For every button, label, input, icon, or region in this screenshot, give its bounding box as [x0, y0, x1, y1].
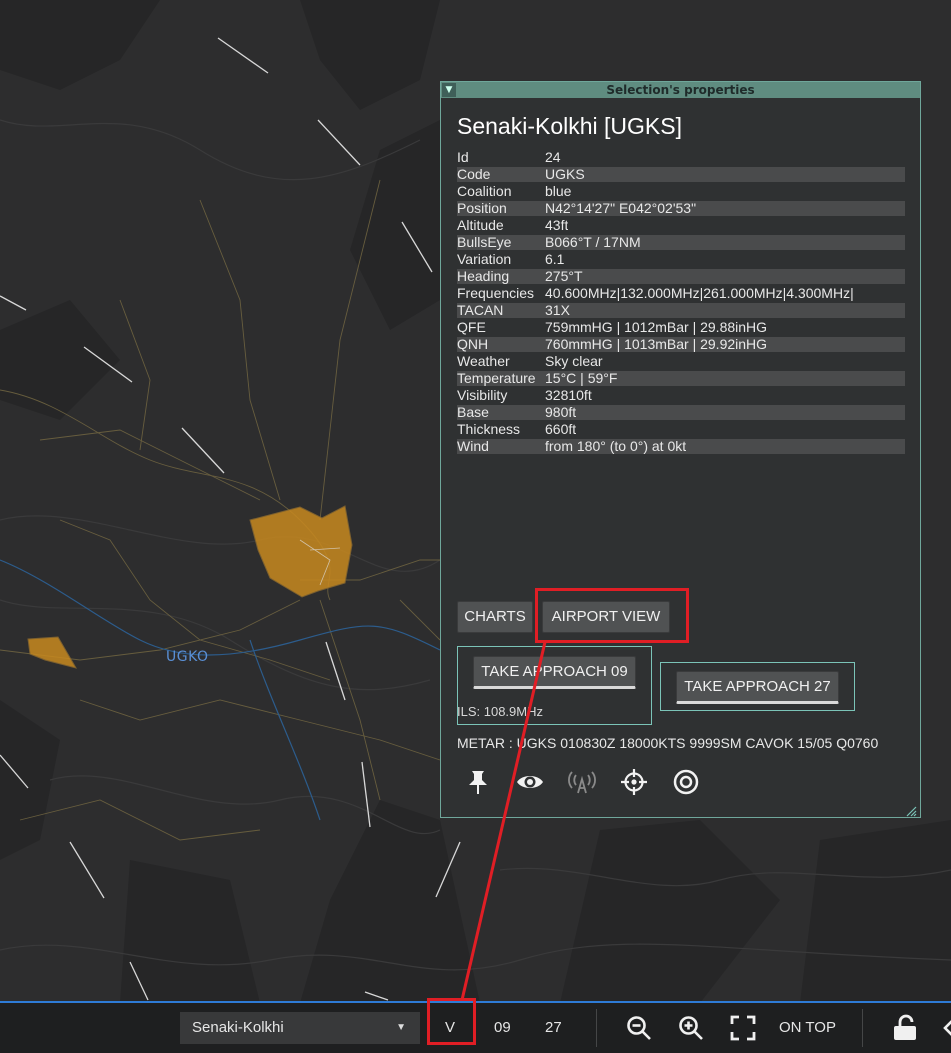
- zoom-in-icon[interactable]: [677, 1014, 705, 1042]
- on-top-button[interactable]: ON TOP: [779, 1003, 836, 1053]
- property-row: QFE 759mmHG | 1012mBar | 29.88inHG: [457, 320, 905, 335]
- fullscreen-icon[interactable]: [729, 1014, 757, 1042]
- property-value: 980ft: [545, 405, 577, 420]
- pin-icon[interactable]: [463, 767, 493, 797]
- properties-table: Id 24 Code UGKS Coalition blue Position N42°…: [457, 150, 905, 456]
- property-key: Frequencies: [457, 285, 535, 301]
- zoom-out-icon[interactable]: [625, 1014, 653, 1042]
- crosshair-icon[interactable]: [619, 767, 649, 797]
- property-row: Wind from 180° (to 0°) at 0kt: [457, 439, 905, 454]
- bottom-toolbar: Senaki-Kolkhi ▼ V 09 27 ON TOP: [0, 1001, 951, 1053]
- property-key: BullsEye: [457, 234, 512, 250]
- property-row: Visibility 32810ft: [457, 388, 905, 403]
- property-value: from 180° (to 0°) at 0kt: [545, 439, 687, 454]
- runway-27-button[interactable]: 27: [545, 1003, 562, 1053]
- property-value: 43ft: [545, 218, 569, 233]
- property-key: Heading: [457, 268, 510, 284]
- property-value: 760mmHG | 1013mBar | 29.92inHG: [545, 337, 768, 352]
- collapse-icon[interactable]: ▼: [442, 83, 456, 97]
- metar-text: METAR : UGKS 010830Z 18000KTS 9999SM CAV…: [457, 735, 879, 751]
- property-key: TACAN: [457, 302, 504, 318]
- charts-button[interactable]: CHARTS: [457, 601, 533, 633]
- property-value: 275°T: [545, 269, 583, 284]
- resize-handle-icon[interactable]: [905, 802, 917, 817]
- property-value: N42°14'27" E042°02'53": [545, 201, 697, 216]
- airport-view-toggle[interactable]: V: [445, 1003, 455, 1053]
- property-value: 6.1: [545, 252, 565, 267]
- property-key: Altitude: [457, 217, 504, 233]
- property-value: UGKS: [545, 167, 585, 182]
- property-row: Frequencies 40.600MHz|132.000MHz|261.000M…: [457, 286, 905, 301]
- property-value: blue: [545, 184, 572, 199]
- lock-icon[interactable]: [892, 1014, 920, 1042]
- property-key: Thickness: [457, 421, 521, 437]
- property-row: Code UGKS: [457, 167, 905, 182]
- property-value: 40.600MHz|132.000MHz|261.000MHz|4.300MHz…: [545, 286, 854, 301]
- property-value: 660ft: [545, 422, 577, 437]
- property-key: Weather: [457, 353, 510, 369]
- property-value: Sky clear: [545, 354, 603, 369]
- arrow-icon[interactable]: [941, 1014, 951, 1042]
- airport-view-button[interactable]: AIRPORT VIEW: [542, 601, 670, 633]
- ils-frequency: ILS: 108.9MHz: [457, 704, 543, 719]
- toolbar-divider: [862, 1009, 863, 1047]
- take-approach-27-button[interactable]: TAKE APPROACH 27: [676, 671, 839, 704]
- target-icon[interactable]: [671, 767, 701, 797]
- property-key: QNH: [457, 336, 489, 352]
- property-row: Id 24: [457, 150, 905, 165]
- take-approach-09-button[interactable]: TAKE APPROACH 09: [473, 656, 636, 689]
- property-value: 15°C | 59°F: [545, 371, 618, 386]
- selection-properties-panel: ▼ Selection's properties Senaki-Kolkhi […: [440, 81, 921, 818]
- panel-titlebar[interactable]: ▼ Selection's properties: [441, 82, 920, 98]
- property-key: Variation: [457, 251, 512, 267]
- property-row: Variation 6.1: [457, 252, 905, 267]
- property-key: Base: [457, 404, 489, 420]
- property-row: QNH 760mmHG | 1013mBar | 29.92inHG: [457, 337, 905, 352]
- airfield-select-value: Senaki-Kolkhi: [192, 1019, 284, 1036]
- radio-tower-icon[interactable]: [567, 767, 597, 797]
- map-airfield-label[interactable]: UGKO: [166, 649, 209, 665]
- property-row: Thickness 660ft: [457, 422, 905, 437]
- airfield-select[interactable]: Senaki-Kolkhi ▼: [180, 1012, 420, 1044]
- property-value: 32810ft: [545, 388, 592, 403]
- runway-09-button[interactable]: 09: [494, 1003, 511, 1053]
- toolbar-divider: [596, 1009, 597, 1047]
- property-row: Temperature 15°C | 59°F: [457, 371, 905, 386]
- property-value: 759mmHG | 1012mBar | 29.88inHG: [545, 320, 768, 335]
- property-row: Weather Sky clear: [457, 354, 905, 369]
- property-value: 31X: [545, 303, 570, 318]
- property-value: B066°T / 17NM: [545, 235, 641, 250]
- property-key: Position: [457, 200, 507, 216]
- airfield-name: Senaki-Kolkhi [UGKS]: [457, 113, 682, 139]
- property-row: Heading 275°T: [457, 269, 905, 284]
- property-row: BullsEye B066°T / 17NM: [457, 235, 905, 250]
- eye-icon[interactable]: [515, 767, 545, 797]
- property-row: Base 980ft: [457, 405, 905, 420]
- property-row: Altitude 43ft: [457, 218, 905, 233]
- property-key: Code: [457, 166, 491, 182]
- property-value: 24: [545, 150, 561, 165]
- property-key: Wind: [457, 438, 489, 454]
- chevron-down-icon: ▼: [396, 1022, 406, 1033]
- property-key: Id: [457, 149, 469, 165]
- property-row: TACAN 31X: [457, 303, 905, 318]
- panel-title: Selection's properties: [606, 83, 755, 97]
- property-key: QFE: [457, 319, 486, 335]
- property-key: Visibility: [457, 387, 508, 403]
- property-row: Position N42°14'27" E042°02'53": [457, 201, 905, 216]
- property-key: Coalition: [457, 183, 512, 199]
- property-key: Temperature: [457, 370, 536, 386]
- property-row: Coalition blue: [457, 184, 905, 199]
